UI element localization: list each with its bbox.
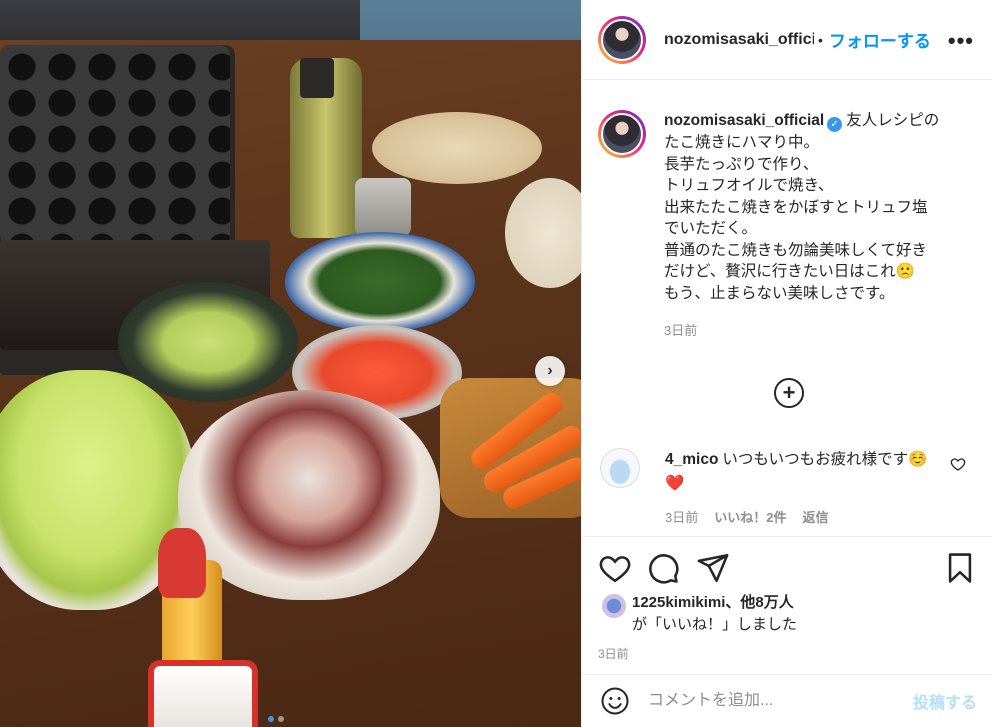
caption-text: 友人レシピの たこ焼きにハマり中。 長芋たっぷりで作り、 トリュフオイルで焼き、… [664, 112, 940, 302]
follow-button[interactable]: フォローする [829, 27, 931, 52]
caption: nozomisasaki_official ✓ 友人レシピの たこ焼きにハマり中。 … [582, 80, 992, 500]
greens-plate [285, 232, 475, 332]
post-header: nozomisasaki_offici • フォローする ••• [582, 0, 992, 80]
share-paper-plane-icon[interactable] [696, 551, 730, 585]
plate-back [372, 112, 542, 184]
comment-box: 投稿する [582, 674, 992, 727]
likes-others[interactable]: 、他8万人 [725, 594, 793, 611]
verified-badge-icon: ✓ [827, 117, 843, 132]
caption-time[interactable]: 3日前 [664, 320, 964, 342]
takoyaki-grill-plate [0, 45, 230, 245]
comment-meta: 3日前 いいね！2件 返信 [665, 506, 940, 530]
comment-input[interactable] [648, 692, 888, 710]
more-options-icon[interactable]: ••• [948, 28, 974, 54]
comment-item: 4_mico いつもいつもお疲れ様です☺️❤️ 3日前 いいね！2件 返信 [600, 448, 980, 530]
likes-text: 1225kimikimi、他8万人 が「いいね！」しました [632, 592, 797, 636]
comment-avatar[interactable] [600, 448, 640, 488]
carousel-dot [278, 716, 284, 722]
emoji-icon[interactable] [600, 686, 630, 716]
action-bar [582, 536, 992, 596]
post-photo[interactable]: › [0, 0, 581, 727]
comment-bubble-icon[interactable] [646, 551, 680, 585]
post-side-panel: nozomisasaki_offici • フォローする ••• nozomis… [581, 0, 992, 727]
avatar-image [601, 113, 643, 155]
napkin-cup [148, 660, 258, 727]
liker-avatar[interactable] [602, 594, 626, 618]
salt-jar [355, 178, 411, 236]
comment-body: 4_mico いつもいつもお疲れ様です☺️❤️ 3日前 いいね！2件 返信 [665, 448, 940, 530]
caption-username[interactable]: nozomisasaki_official [664, 112, 824, 129]
like-heart-icon[interactable] [598, 551, 632, 585]
comment-likes[interactable]: いいね！2件 [714, 510, 786, 525]
carousel-dots [268, 716, 284, 722]
header-separator: • [818, 31, 823, 48]
caption-avatar[interactable] [598, 110, 646, 158]
comment-like-heart-icon[interactable] [950, 456, 966, 472]
next-slide-button[interactable]: › [535, 356, 565, 386]
caption-body: nozomisasaki_official ✓ 友人レシピの たこ焼きにハマり中。 … [664, 110, 964, 500]
avatar-image [601, 18, 643, 61]
reply-button[interactable]: 返信 [802, 510, 828, 525]
avatar[interactable] [598, 15, 646, 64]
bottle-cap [300, 58, 334, 98]
save-bookmark-icon[interactable] [943, 551, 977, 585]
carousel-dot [268, 716, 274, 722]
comment-time[interactable]: 3日前 [665, 510, 698, 525]
chevron-right-icon: › [547, 362, 553, 379]
post-time[interactable]: 3日前 [598, 645, 629, 662]
header-username[interactable]: nozomisasaki_offici [664, 31, 814, 49]
liker-username[interactable]: 1225kimikimi [632, 594, 725, 611]
load-more-comments-icon[interactable]: + [774, 378, 804, 408]
octopus-figure [158, 528, 206, 598]
comment-username[interactable]: 4_mico [665, 451, 718, 468]
post-comment-button[interactable]: 投稿する [913, 689, 977, 713]
likes-suffix: が「いいね！」しました [632, 616, 798, 633]
likes-summary: 1225kimikimi、他8万人 が「いいね！」しました [602, 592, 797, 636]
